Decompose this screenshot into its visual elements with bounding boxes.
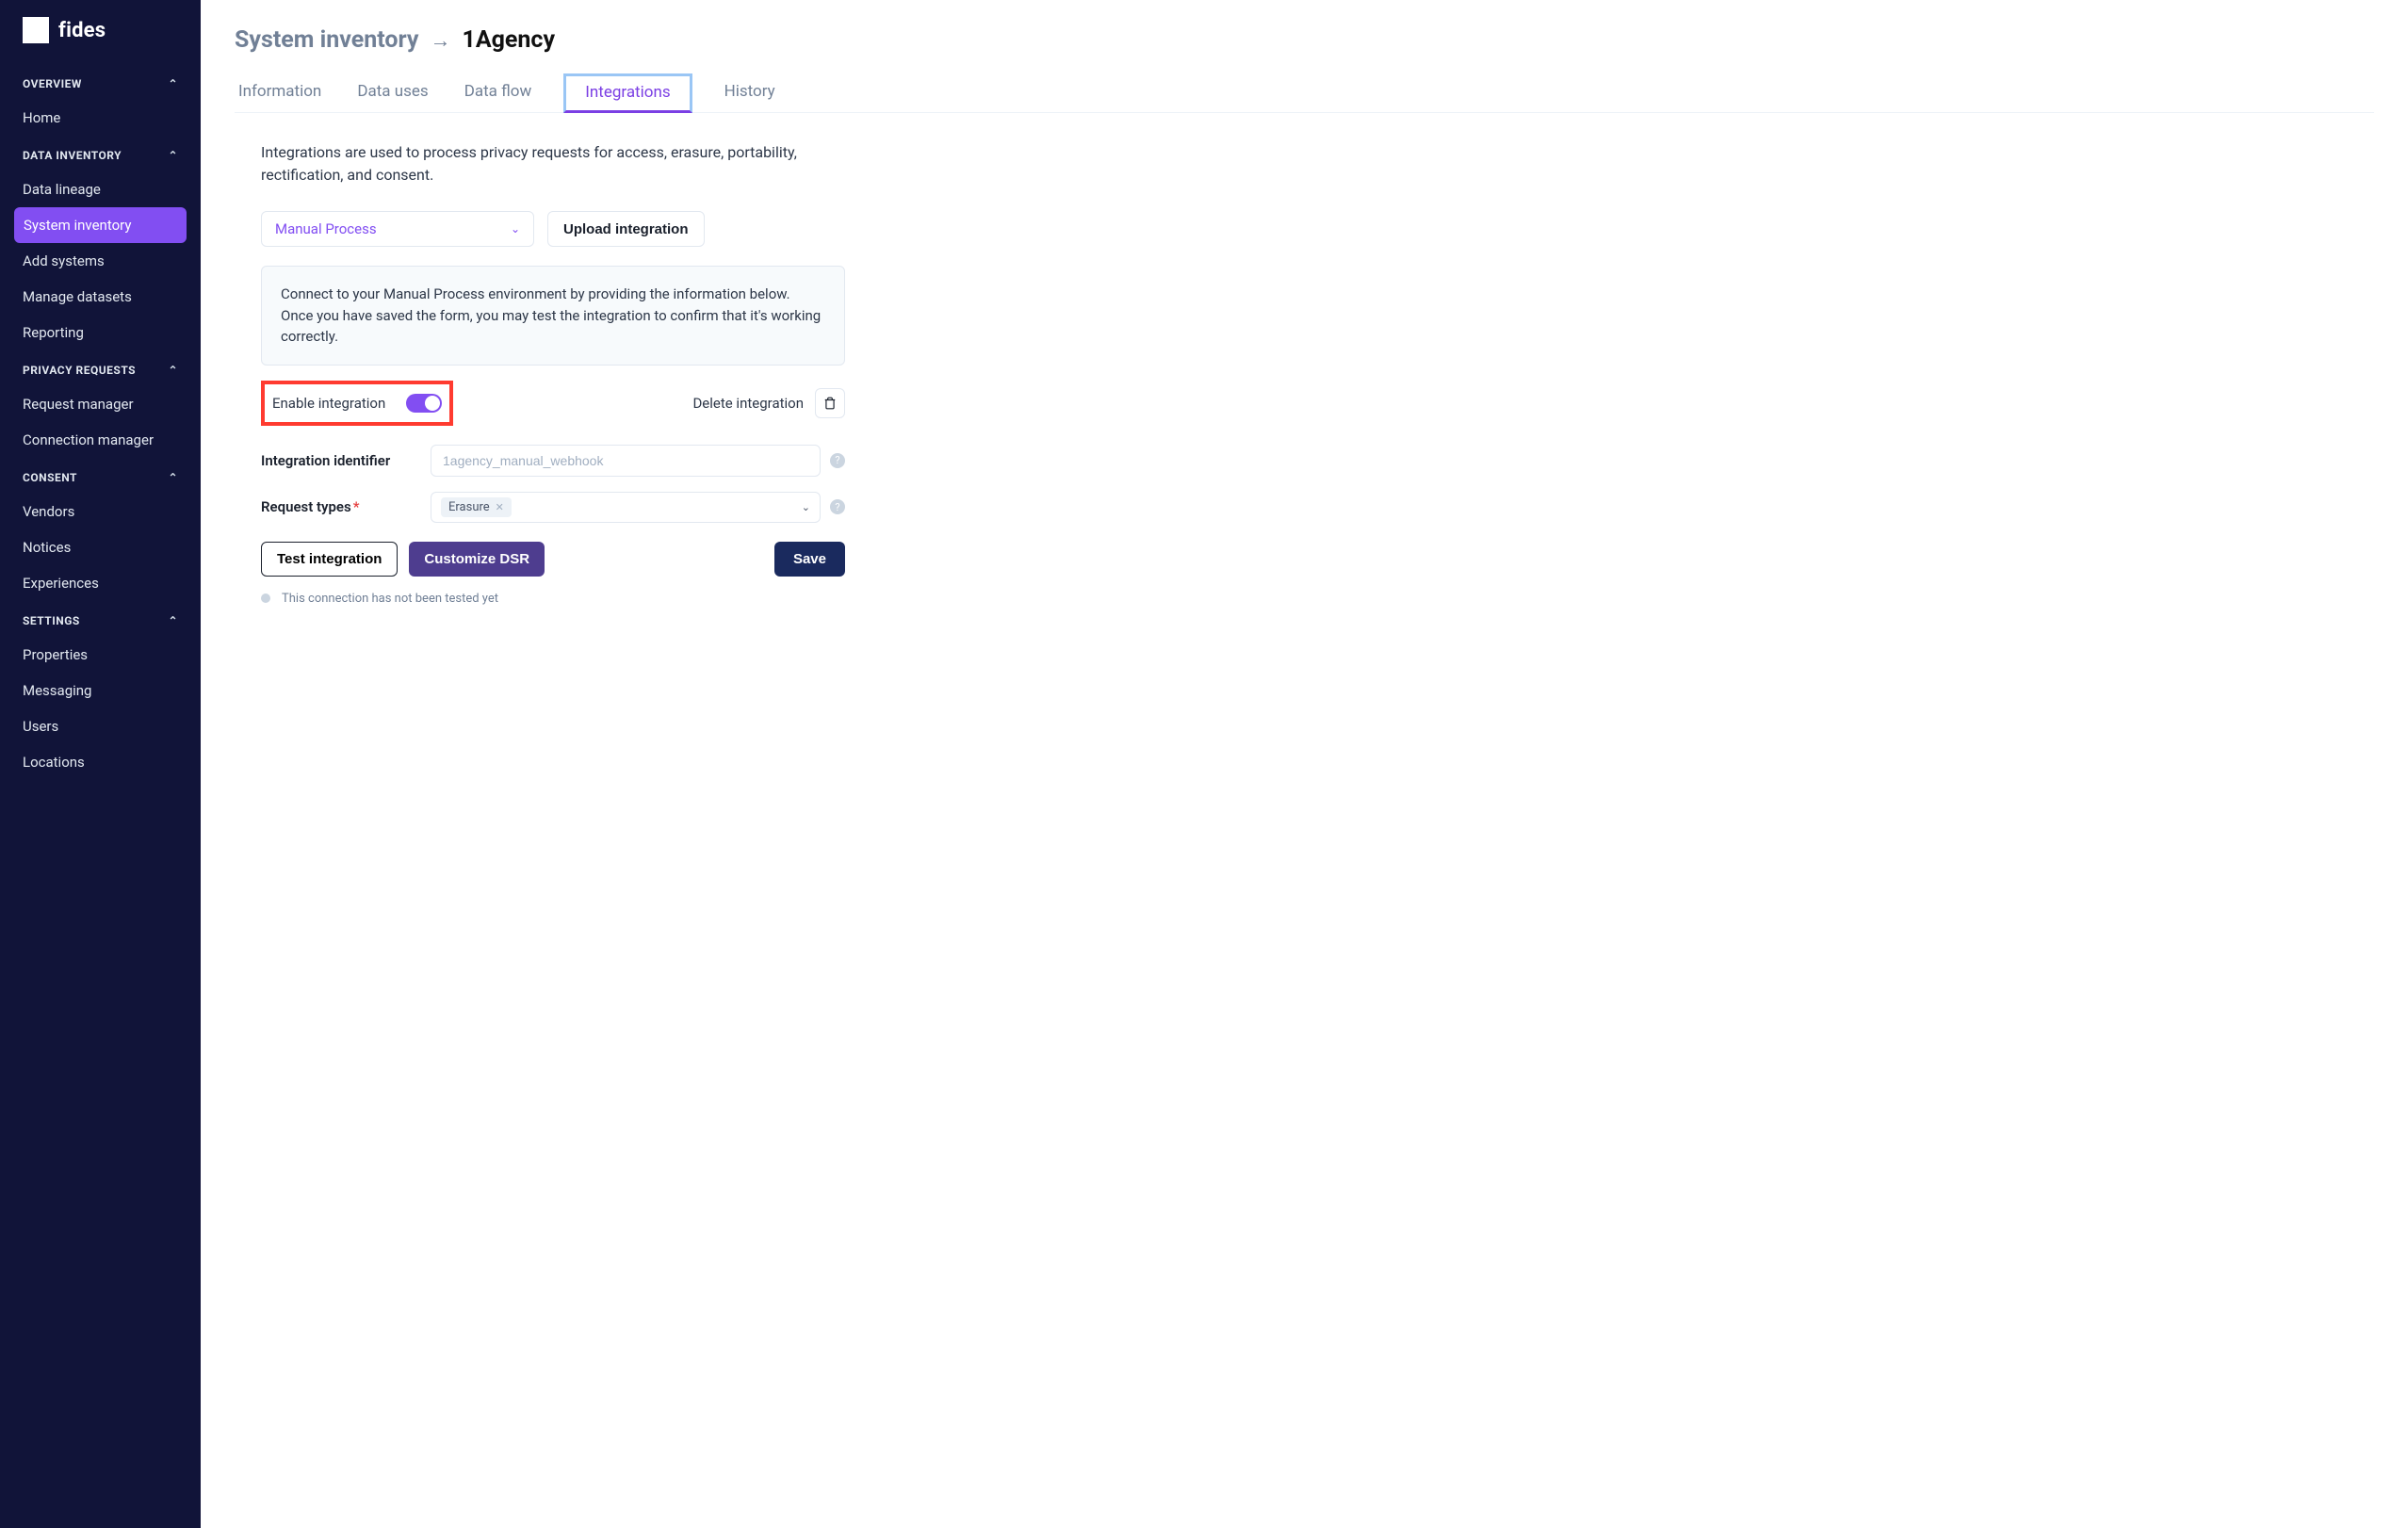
delete-integration-label: Delete integration xyxy=(692,395,804,412)
brand-logo-icon xyxy=(23,17,49,43)
main: System inventory → 1Agency Information D… xyxy=(201,0,2408,1528)
nav-section-settings[interactable]: SETTINGS ⌃ xyxy=(0,601,201,637)
integration-identifier-input[interactable] xyxy=(431,445,821,477)
tab-information[interactable]: Information xyxy=(235,73,325,112)
trash-icon xyxy=(823,397,837,410)
nav-item-system-inventory[interactable]: System inventory xyxy=(14,207,187,243)
tab-history[interactable]: History xyxy=(721,73,779,112)
nav-item-messaging[interactable]: Messaging xyxy=(0,673,201,708)
nav-section-label: CONSENT xyxy=(23,471,77,484)
nav-item-connection-manager[interactable]: Connection manager xyxy=(0,422,201,458)
nav-item-notices[interactable]: Notices xyxy=(0,529,201,565)
enable-integration-toggle[interactable] xyxy=(406,394,442,413)
sidebar: fides OVERVIEW ⌃ Home DATA INVENTORY ⌃ D… xyxy=(0,0,201,1528)
tabs: Information Data uses Data flow Integrat… xyxy=(235,73,2374,113)
nav-item-experiences[interactable]: Experiences xyxy=(0,565,201,601)
help-icon[interactable]: ? xyxy=(830,499,845,514)
nav-item-users[interactable]: Users xyxy=(0,708,201,744)
connection-status-text: This connection has not been tested yet xyxy=(282,592,498,606)
nav-section-label: PRIVACY REQUESTS xyxy=(23,364,136,377)
highlight-annotation: Enable integration xyxy=(261,381,453,426)
breadcrumb-current: 1Agency xyxy=(463,26,556,54)
nav-section-consent[interactable]: CONSENT ⌃ xyxy=(0,458,201,494)
nav-item-manage-datasets[interactable]: Manage datasets xyxy=(0,279,201,315)
tab-content: Integrations are used to process privacy… xyxy=(235,113,1097,606)
nav-item-request-manager[interactable]: Request manager xyxy=(0,386,201,422)
remove-tag-icon[interactable]: ✕ xyxy=(496,501,504,513)
request-type-tag: Erasure ✕ xyxy=(441,497,512,517)
nav-item-home[interactable]: Home xyxy=(0,100,201,136)
intro-text: Integrations are used to process privacy… xyxy=(261,141,826,187)
request-type-tag-label: Erasure xyxy=(448,500,490,514)
save-button[interactable]: Save xyxy=(774,542,845,577)
nav-section-label: DATA INVENTORY xyxy=(23,149,122,162)
chevron-up-icon: ⌃ xyxy=(168,471,178,484)
nav-item-data-lineage[interactable]: Data lineage xyxy=(0,171,201,207)
arrow-right-icon: → xyxy=(431,28,451,53)
customize-dsr-button[interactable]: Customize DSR xyxy=(409,542,545,577)
chevron-up-icon: ⌃ xyxy=(168,614,178,627)
request-types-label-text: Request types xyxy=(261,498,351,515)
chevron-down-icon: ⌄ xyxy=(802,501,810,513)
tab-data-flow[interactable]: Data flow xyxy=(461,73,536,112)
tab-data-uses[interactable]: Data uses xyxy=(353,73,431,112)
breadcrumb: System inventory → 1Agency xyxy=(235,26,2374,54)
brand: fides xyxy=(0,17,201,64)
help-icon[interactable]: ? xyxy=(830,453,845,468)
integration-type-value: Manual Process xyxy=(275,220,377,237)
breadcrumb-prev[interactable]: System inventory xyxy=(235,26,419,54)
nav-section-overview[interactable]: OVERVIEW ⌃ xyxy=(0,64,201,100)
nav-section-label: OVERVIEW xyxy=(23,77,82,90)
integration-type-select[interactable]: Manual Process ⌄ xyxy=(261,211,534,247)
nav-section-privacy-requests[interactable]: PRIVACY REQUESTS ⌃ xyxy=(0,350,201,386)
tab-integrations[interactable]: Integrations xyxy=(563,73,691,113)
request-types-label: Request types* xyxy=(261,498,431,515)
request-types-select[interactable]: Erasure ✕ ⌄ xyxy=(431,492,821,523)
chevron-down-icon: ⌄ xyxy=(511,222,520,236)
chevron-up-icon: ⌃ xyxy=(168,77,178,90)
status-dot-icon xyxy=(261,593,270,603)
test-integration-button[interactable]: Test integration xyxy=(261,542,398,577)
toggle-knob xyxy=(425,396,440,411)
chevron-up-icon: ⌃ xyxy=(168,364,178,377)
nav-item-properties[interactable]: Properties xyxy=(0,637,201,673)
info-box: Connect to your Manual Process environme… xyxy=(261,266,845,366)
nav-item-locations[interactable]: Locations xyxy=(0,744,201,780)
nav-section-label: SETTINGS xyxy=(23,614,80,627)
delete-integration-button[interactable] xyxy=(815,388,845,418)
nav-item-add-systems[interactable]: Add systems xyxy=(0,243,201,279)
nav-section-data-inventory[interactable]: DATA INVENTORY ⌃ xyxy=(0,136,201,171)
brand-name: fides xyxy=(58,19,106,42)
nav-item-reporting[interactable]: Reporting xyxy=(0,315,201,350)
nav-item-vendors[interactable]: Vendors xyxy=(0,494,201,529)
upload-integration-button[interactable]: Upload integration xyxy=(547,211,705,247)
integration-identifier-label: Integration identifier xyxy=(261,452,431,469)
enable-integration-label: Enable integration xyxy=(272,395,385,412)
connection-status: This connection has not been tested yet xyxy=(261,592,1078,606)
chevron-up-icon: ⌃ xyxy=(168,149,178,162)
